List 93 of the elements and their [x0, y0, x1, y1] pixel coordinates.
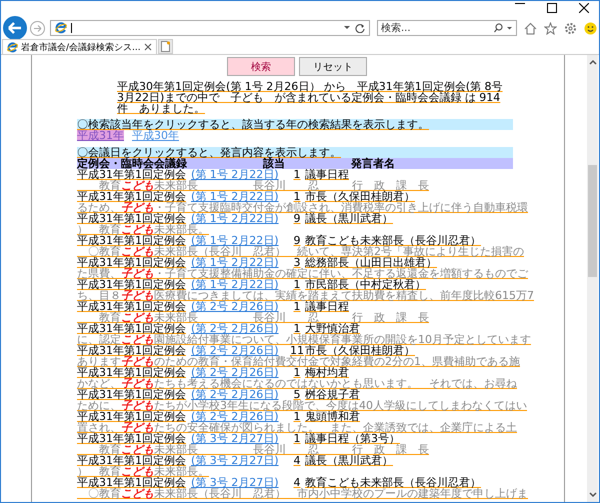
search-button[interactable]: 検索 — [227, 57, 295, 76]
close-icon[interactable] — [579, 3, 589, 13]
session-name: 平成31年第1回定例会 — [77, 191, 186, 202]
speaker-name: 市長（久保田桂朗君） — [305, 345, 415, 356]
excerpt-text: に、認定こども園施設給付事業について、小規模保育事業所の開設を10月予定としています — [77, 334, 531, 345]
column-header: 定例会・臨時会会議録 — [77, 158, 188, 169]
year-link[interactable]: 平成30年 — [132, 130, 179, 141]
excerpt-text: 〇教育こども未来部長（長谷川 忍君） 市内小中学校のプールの建築年度で申し上げま — [88, 488, 528, 499]
session-name: 平成31年第1回定例会 — [77, 235, 186, 246]
settings-icon[interactable] — [564, 22, 577, 34]
session-name: 平成31年第1回定例会 — [77, 455, 186, 466]
hit-count: 1 — [294, 301, 300, 312]
session-name: 平成31年第1回定例会 — [77, 323, 186, 334]
dropdown-caret-icon[interactable] — [343, 25, 351, 31]
excerpt-text: ） 教育こども未来部長。 — [77, 466, 209, 477]
smiley-icon[interactable] — [584, 22, 597, 34]
excerpt-text: るため、子ども・子育て支援臨時交付金が創設され、消費税率の引き上げに伴う自動車税環 — [77, 202, 528, 213]
tab-title: 岩倉市議会/会議録検索シス... — [21, 42, 141, 54]
session-name: 平成31年第1回定例会 — [77, 257, 186, 268]
session-name: 平成31年第1回定例会 — [77, 411, 186, 422]
excerpt-text: ために、子どもたちが小学校3年生になる段階で、今度は40人学級にしてしまわなくてはい — [77, 400, 527, 411]
refresh-icon[interactable] — [355, 23, 365, 33]
speaker-name: 桝谷規子君 — [305, 389, 360, 400]
hit-count: 1 — [294, 169, 300, 180]
speaker-name: 大野慎治君 — [305, 323, 360, 334]
session-name: 平成31年第1回定例会 — [77, 477, 186, 488]
speaker-name: 議長（黒川武君） — [305, 213, 393, 224]
session-name: 平成31年第1回定例会 — [77, 301, 186, 312]
hit-count: 1 — [294, 411, 300, 422]
result-summary: 平成30年第1回定例会(第 1号 2月26日） から 平成31年第1回定例会(第 8号 3月22日)までの中で 子ども が含まれている定例会・臨時会会議録 は 914 件 ありました。 — [117, 81, 504, 114]
session-name: 平成31年第1回定例会 — [77, 389, 186, 400]
hit-count: 4 — [294, 477, 300, 488]
speaker-name: 議事日程 — [305, 301, 349, 312]
scroll-down-icon[interactable] — [588, 492, 596, 498]
home-icon[interactable] — [524, 22, 537, 34]
speaker-name: 総務部長（山田日出雄君） — [305, 257, 437, 268]
excerpt-text: た県費、子ども・子育て支援整備補助金の確定に伴い、不足する返還金を増額するものでご — [77, 268, 528, 279]
speaker-name: 議事日程（第3号） — [305, 433, 400, 444]
excerpt-text: ち、目８ 子ども医療費につきましては、実績を踏まえて扶助費を精査し、前年度比較615万7 — [77, 290, 534, 301]
excerpt-text: 教育こども未来部長 長谷川 忍 行 政 課 長 — [98, 312, 429, 323]
browser-tab[interactable]: 岩倉市議会/会議録検索シス... — [2, 39, 157, 54]
hit-count: 9 — [294, 213, 300, 224]
scrollbar-thumb[interactable] — [588, 165, 597, 277]
minimize-icon[interactable] — [515, 3, 525, 5]
hit-count: 5 — [294, 389, 300, 400]
browser-logo-icon — [55, 22, 67, 34]
star-icon[interactable] — [544, 22, 557, 34]
hit-count: 3 — [294, 257, 300, 268]
session-name: 平成31年第1回定例会 — [77, 433, 186, 444]
excerpt-text: かなど、子どもたちも考える機会になるのではないかとも思います。 それでは、お尋ね — [77, 378, 517, 389]
search-field[interactable]: 検索... — [377, 20, 517, 36]
speaker-name: 市民部長（中村定秋君） — [305, 279, 426, 290]
speaker-name: 鬼頭博和君 — [305, 411, 360, 422]
speaker-name: 市長（久保田桂朗君） — [305, 191, 415, 202]
new-page-icon — [160, 41, 170, 52]
excerpt-text: ） 教育こども未来部長。 — [77, 224, 209, 235]
hit-count: 9 — [294, 235, 300, 246]
excerpt-text: 教育こども未来部長 長谷川 忍 行 政 課 長 — [98, 180, 429, 191]
session-name: 平成31年第1回定例会 — [77, 169, 186, 180]
session-name: 平成31年第1回定例会 — [77, 345, 186, 356]
browser-logo-icon — [7, 42, 18, 52]
session-name: 平成31年第1回定例会 — [77, 367, 186, 378]
maximize-icon[interactable] — [547, 3, 557, 13]
session-name: 平成31年第1回定例会 — [77, 213, 186, 224]
hit-count: 1 — [294, 323, 300, 334]
speaker-name: 議長（黒川武君） — [305, 455, 393, 466]
excerpt-text: 〇教育こども未来部長（長谷川 忍君） 続いて、専決第2号「事故により生じた損害の — [88, 246, 524, 257]
excerpt-text: あります子どものための教育・保育給付費交付金で対象経費の2分の1、県費補助である施 — [77, 356, 520, 367]
reset-button[interactable]: リセット — [299, 57, 367, 76]
scroll-up-icon[interactable] — [588, 59, 596, 65]
notice-text: 〇会議日をクリックすると、発言内容を表示します。 — [77, 147, 513, 158]
new-tab-button[interactable] — [158, 39, 173, 54]
speaker-name: 梅村均君 — [305, 367, 349, 378]
speaker-name: 議事日程 — [305, 169, 349, 180]
hit-count: 1 — [294, 279, 300, 290]
hit-count: 1 — [294, 433, 300, 444]
column-header: 該当 — [263, 158, 285, 169]
speaker-name: 教育こども未来部長（長谷川忍君） — [305, 477, 481, 488]
hit-count: 1 — [294, 367, 300, 378]
column-header: 発言者名 — [351, 158, 396, 169]
excerpt-text: 置され、子どもたちの安全確保が図られました。 また、企業誘致では、企業庁による土 — [77, 422, 517, 433]
close-icon[interactable] — [144, 43, 152, 51]
hit-count: 1 — [294, 191, 300, 202]
search-icon[interactable] — [494, 23, 513, 33]
hit-count: 4 — [294, 455, 300, 466]
session-name: 平成31年第1回定例会 — [77, 279, 186, 290]
address-field[interactable] — [50, 20, 370, 36]
speaker-name: 教育こども未来部長（長谷川忍君） — [305, 235, 481, 246]
scrollbar[interactable] — [587, 55, 598, 502]
excerpt-text: 教育こども未来部長 長谷川 忍 行 政 課 長 — [98, 444, 429, 455]
hit-count: 11 — [290, 345, 304, 356]
notice-text: 〇検索該当年をクリックすると、該当する年の検索結果を表示します。 — [77, 119, 513, 130]
year-link[interactable]: 平成31年 — [77, 130, 124, 141]
